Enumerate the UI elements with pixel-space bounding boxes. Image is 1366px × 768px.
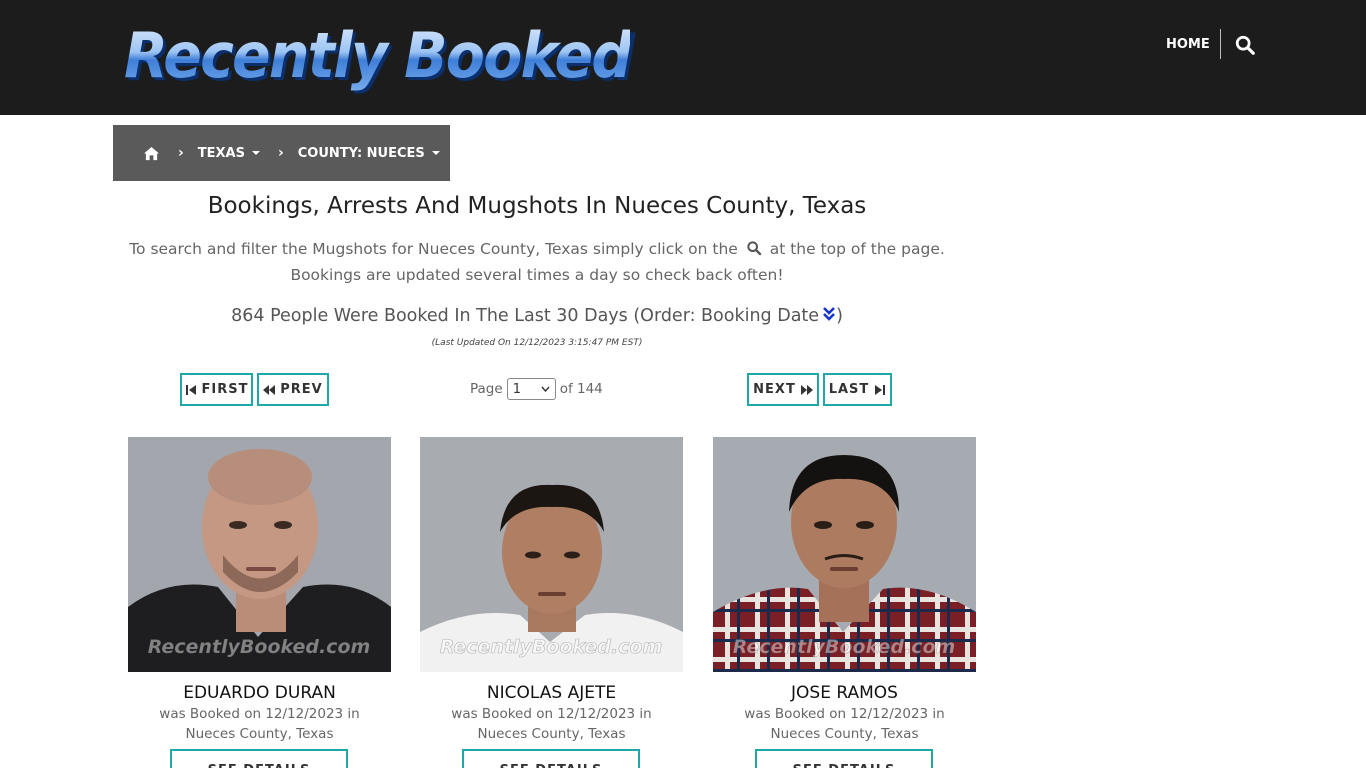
- booking-location: Nueces County, Texas: [477, 726, 626, 742]
- breadcrumb-county-label: COUNTY: NUECES: [297, 145, 425, 161]
- last-page-icon: [875, 384, 886, 395]
- see-details-button[interactable]: SEE DETAILS: [170, 749, 348, 768]
- page-label: Page: [470, 381, 503, 397]
- breadcrumb: › TEXAS › COUNTY: NUECES: [113, 125, 450, 181]
- site-logo[interactable]: Recently Booked: [124, 16, 632, 96]
- booking-date: was Booked on 12/12/2023 in: [744, 706, 945, 722]
- last-page-button[interactable]: LAST: [823, 373, 892, 406]
- booking-card[interactable]: RecentlyBooked.com JOSE RAMOS was Booked…: [713, 437, 976, 768]
- chevron-down-icon: [541, 386, 550, 392]
- booking-date: was Booked on 12/12/2023 in: [451, 706, 652, 722]
- prev-page-button[interactable]: PREV: [257, 373, 329, 406]
- page-selector: Page 1 of 144: [470, 377, 603, 401]
- booking-count-text: 864 People Were Booked In The Last 30 Da…: [231, 306, 820, 326]
- caret-down-icon: [431, 151, 440, 155]
- booking-date: was Booked on 12/12/2023 in: [159, 706, 360, 722]
- watermark: RecentlyBooked.com: [733, 636, 956, 658]
- intro-text-before: To search and filter the Mugshots for Nu…: [129, 240, 738, 258]
- person-name[interactable]: NICOLAS AJETE: [420, 682, 683, 704]
- person-name[interactable]: JOSE RAMOS: [713, 682, 976, 704]
- page-select[interactable]: 1: [506, 378, 556, 400]
- last-page-label: LAST: [828, 382, 870, 397]
- watermark: RecentlyBooked.com: [148, 636, 371, 658]
- next-page-button[interactable]: NEXT: [747, 373, 819, 406]
- booking-count: 864 People Were Booked In The Last 30 Da…: [113, 303, 961, 329]
- booking-location: Nueces County, Texas: [770, 726, 919, 742]
- breadcrumb-separator: ›: [178, 145, 184, 161]
- see-details-button[interactable]: SEE DETAILS: [462, 749, 640, 768]
- site-header: Recently Booked Recently Booked HOME: [0, 0, 1366, 115]
- see-details-button[interactable]: SEE DETAILS: [755, 749, 933, 768]
- search-icon[interactable]: [1234, 34, 1256, 56]
- mugshot-photo[interactable]: RecentlyBooked.com: [420, 437, 683, 672]
- first-page-button[interactable]: FIRST: [180, 373, 253, 406]
- rewind-icon: [263, 384, 276, 395]
- breadcrumb-state-label: TEXAS: [197, 145, 245, 161]
- last-updated: (Last Updated On 12/12/2023 3:15:47 PM E…: [431, 338, 643, 348]
- caret-down-icon: [251, 151, 260, 155]
- nav-home-link[interactable]: HOME: [1166, 36, 1210, 54]
- breadcrumb-state-dropdown[interactable]: TEXAS: [198, 146, 260, 161]
- page-title: Bookings, Arrests And Mugshots In Nueces…: [207, 193, 867, 219]
- double-chevron-down-icon[interactable]: [822, 306, 836, 322]
- home-icon[interactable]: [143, 146, 160, 161]
- first-page-icon: [185, 384, 196, 395]
- page-select-value: 1: [512, 381, 521, 397]
- mugshot-photo[interactable]: RecentlyBooked.com: [713, 437, 976, 672]
- mugshot-image: RecentlyBooked.com: [128, 437, 391, 672]
- booking-card[interactable]: RecentlyBooked.com NICOLAS AJETE was Boo…: [420, 437, 683, 768]
- nav-divider: [1220, 29, 1221, 59]
- search-icon: [747, 241, 761, 256]
- breadcrumb-separator: ›: [277, 145, 284, 161]
- booking-location: Nueces County, Texas: [185, 726, 334, 742]
- booking-count-close: ): [836, 306, 843, 326]
- intro-text: To search and filter the Mugshots for Nu…: [113, 236, 961, 288]
- mugshot-image: RecentlyBooked.com: [713, 437, 976, 672]
- page-of-label: of 144: [559, 381, 603, 397]
- watermark: RecentlyBooked.com: [440, 636, 663, 658]
- mugshot-image: RecentlyBooked.com: [420, 437, 683, 672]
- breadcrumb-county-dropdown[interactable]: COUNTY: NUECES: [298, 146, 440, 161]
- first-page-label: FIRST: [201, 382, 249, 397]
- prev-page-label: PREV: [280, 382, 323, 397]
- booking-card[interactable]: RecentlyBooked.com EDUARDO DURAN was Boo…: [128, 437, 391, 768]
- fast-forward-icon: [800, 384, 813, 395]
- person-name[interactable]: EDUARDO DURAN: [128, 682, 391, 704]
- mugshot-photo[interactable]: RecentlyBooked.com: [128, 437, 391, 672]
- next-page-label: NEXT: [753, 382, 796, 397]
